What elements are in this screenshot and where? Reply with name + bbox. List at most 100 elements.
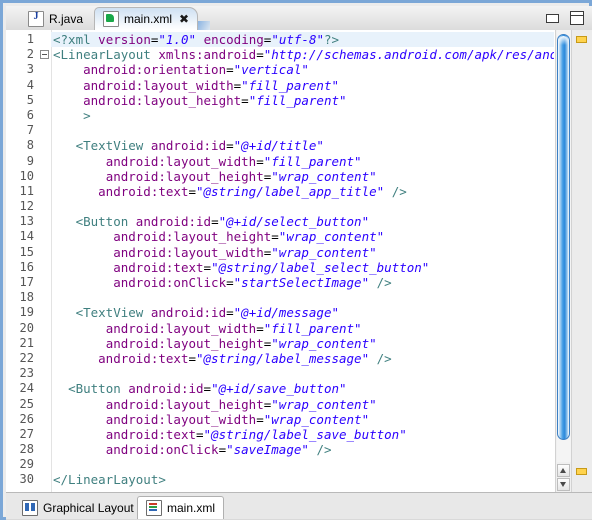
line-number: 3 [26, 62, 34, 77]
fold-slot [39, 32, 51, 47]
line-number: 7 [26, 123, 34, 138]
eclipse-xml-editor-window: R.java main.xml ✖ 1234567891011121314151… [0, 0, 592, 520]
fold-slot [39, 457, 51, 472]
editor-tab-r-java[interactable]: R.java [20, 7, 91, 30]
line-number: 12 [19, 199, 34, 214]
xml-source-icon [146, 500, 162, 516]
editor-tab-r-java-label: R.java [49, 11, 84, 26]
scroll-down-arrow-icon[interactable] [557, 478, 570, 491]
overview-ruler[interactable] [571, 30, 592, 492]
code-line[interactable]: android:orientation="vertical" [51, 62, 554, 77]
code-line[interactable]: android:onClick="startSelectImage" /> [51, 275, 554, 290]
close-icon[interactable]: ✖ [179, 13, 189, 25]
code-line[interactable]: android:layout_width="fill_parent" [51, 321, 554, 336]
editor-tab-strip: R.java main.xml ✖ [6, 6, 592, 31]
fold-slot [39, 260, 51, 275]
scrollbar-thumb[interactable] [557, 34, 570, 440]
code-line[interactable]: android:text="@string/label_message" /> [51, 351, 554, 366]
code-line[interactable]: android:layout_height="wrap_content" [51, 336, 554, 351]
line-number: 13 [19, 214, 34, 229]
line-number: 28 [19, 442, 34, 457]
fold-slot [39, 123, 51, 138]
fold-slot [39, 412, 51, 427]
tab-graphical-layout[interactable]: Graphical Layout [14, 496, 142, 519]
code-line[interactable]: android:text="@string/label_save_button" [51, 427, 554, 442]
code-line[interactable]: <Button android:id="@+id/save_button" [51, 381, 554, 396]
fold-slot [39, 290, 51, 305]
tab-xml-source[interactable]: main.xml [137, 496, 225, 519]
fold-slot [39, 305, 51, 320]
code-line[interactable]: </LinearLayout> [51, 472, 554, 487]
fold-slot [39, 214, 51, 229]
code-line[interactable]: android:layout_width="wrap_content" [51, 412, 554, 427]
line-number: 17 [19, 275, 34, 289]
scroll-up-arrow-icon[interactable] [557, 464, 570, 477]
tab-graphical-layout-label: Graphical Layout [43, 500, 134, 515]
fold-slot [39, 184, 51, 199]
fold-slot [39, 351, 51, 366]
code-line[interactable]: <?xml version="1.0" encoding="utf-8"?> [51, 32, 554, 48]
line-number: 18 [19, 290, 34, 305]
code-line[interactable] [51, 366, 554, 381]
line-number: 14 [19, 229, 34, 244]
fold-slot [39, 366, 51, 381]
line-number-gutter: 1 2 3 4 5 6 7 8 9 10 11 12 13 14 15 16 17 18 19 20 21 22 23 24 2… [6, 30, 40, 492]
code-line[interactable]: android:layout_height="fill_parent" [51, 93, 554, 108]
minimize-button[interactable] [546, 13, 559, 23]
code-line[interactable] [51, 290, 554, 305]
line-number: 5 [26, 92, 34, 107]
line-number: 27 [19, 426, 34, 441]
code-line[interactable] [51, 199, 554, 214]
code-line[interactable]: android:layout_height="wrap_content" [51, 229, 554, 244]
code-line[interactable]: <TextView android:id="@+id/message" [51, 305, 554, 320]
source-editor[interactable]: 1 2 3 4 5 6 7 8 9 10 11 12 13 14 15 16 17 18 19 20 21 22 23 24 2… [6, 30, 592, 492]
layout-preview-icon [22, 499, 38, 516]
line-number: 6 [26, 107, 34, 122]
fold-slot [39, 154, 51, 169]
fold-slot [39, 199, 51, 214]
code-line[interactable]: android:layout_height="wrap_content" [51, 169, 554, 184]
maximize-button[interactable] [570, 11, 584, 25]
editor-mode-tab-bar: Graphical Layout main.xml [6, 492, 592, 520]
window-controls [546, 11, 584, 25]
code-line[interactable]: <TextView android:id="@+id/title" [51, 138, 554, 153]
annotation-marker-bottom[interactable] [576, 468, 587, 475]
line-number: 15 [19, 244, 34, 259]
fold-slot [39, 78, 51, 93]
fold-slot [39, 108, 51, 123]
line-number: 24 [19, 381, 34, 396]
fold-slot [39, 229, 51, 244]
fold-slot [39, 245, 51, 260]
fold-slot [39, 427, 51, 442]
line-number: 22 [19, 350, 34, 365]
code-line[interactable]: <Button android:id="@+id/select_button" [51, 214, 554, 229]
code-line[interactable] [51, 457, 554, 472]
code-line[interactable]: > [51, 108, 554, 123]
line-number: 25 [19, 396, 34, 411]
fold-slot [39, 275, 51, 290]
line-number: 20 [19, 320, 34, 335]
editor-tab-main-xml[interactable]: main.xml ✖ [94, 7, 199, 30]
code-text-area[interactable]: <?xml version="1.0" encoding="utf-8"?> <L… [51, 30, 554, 492]
vertical-scrollbar[interactable] [555, 30, 572, 492]
fold-toggle[interactable] [39, 47, 51, 62]
code-line[interactable]: android:layout_height="wrap_content" [51, 397, 554, 412]
code-line[interactable]: android:onClick="saveImage" /> [51, 442, 554, 457]
code-line[interactable]: android:text="@string/label_app_title" /… [51, 184, 554, 199]
code-line[interactable]: android:layout_width="fill_parent" [51, 78, 554, 93]
annotation-marker-top[interactable] [576, 36, 587, 43]
fold-slot [39, 321, 51, 336]
line-number: 29 [19, 457, 34, 472]
code-line[interactable]: android:layout_width="wrap_content" [51, 245, 554, 260]
collapse-minus-icon[interactable] [40, 50, 49, 60]
code-line[interactable] [51, 123, 554, 138]
code-line[interactable]: android:text="@string/label_select_butto… [51, 260, 554, 275]
line-number: 23 [19, 366, 34, 381]
code-line[interactable]: <LinearLayout xmlns:android="http://sche… [51, 47, 554, 62]
fold-slot [39, 62, 51, 77]
code-line[interactable]: android:layout_width="fill_parent" [51, 154, 554, 169]
line-number: 21 [19, 335, 34, 350]
fold-slot [39, 397, 51, 412]
line-number: 10 [19, 168, 34, 183]
line-number: 26 [19, 411, 34, 426]
